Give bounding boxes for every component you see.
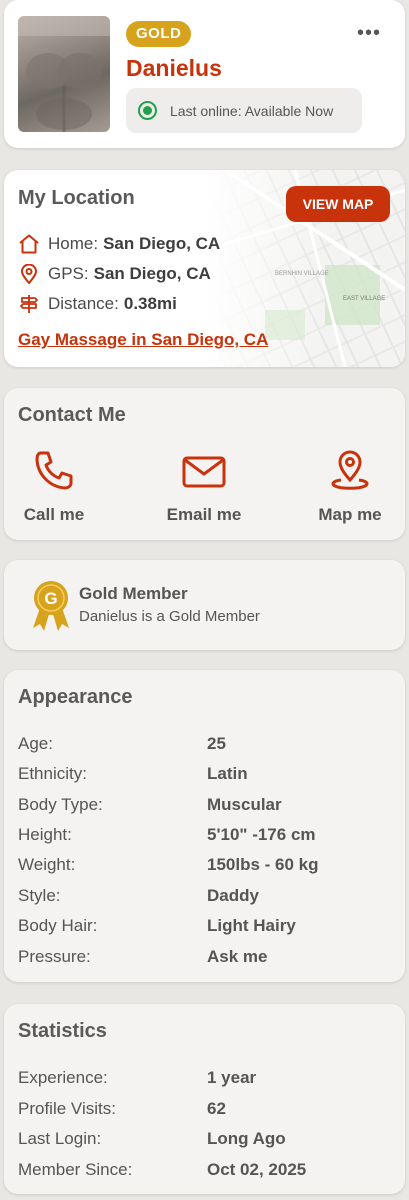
attr-label: Pressure: [18,947,91,966]
statistics-row: Profile Visits: 62 [18,1099,388,1121]
stat-value: 62 [207,1099,226,1118]
stat-label: Profile Visits: [18,1099,116,1118]
map-pin-icon [331,450,369,490]
attr-value: Latin [207,764,248,783]
statistics-row: Experience: 1 year [18,1068,388,1090]
appearance-row: Style: Daddy [18,886,388,908]
phone-icon [35,451,73,490]
statistics-row: Member Since: Oct 02, 2025 [18,1160,388,1182]
attr-label: Weight: [18,855,76,874]
call-button[interactable]: Call me [18,450,90,525]
home-label: Home: [48,234,99,253]
map-label-village: BERNHIN VILLAGE [275,271,329,277]
signpost-icon [20,295,38,313]
home-value: San Diego, CA [103,234,221,253]
location-pin-icon [20,264,38,284]
appearance-row: Ethnicity: Latin [18,764,388,786]
appearance-row: Body Type: Muscular [18,795,388,817]
stat-value: Long Ago [207,1129,286,1148]
attr-label: Body Hair: [18,916,98,935]
gold-member-card: G Gold Member Danielus is a Gold Member [4,560,405,650]
map-label: Map me [318,505,382,524]
online-status: Last online: Available Now [126,88,362,133]
gps-value: San Diego, CA [93,264,211,283]
attr-value: 25 [207,734,226,753]
contact-title: Contact Me [18,404,126,426]
appearance-title: Appearance [18,686,133,708]
attr-label: Age: [18,734,53,753]
stat-value: Oct 02, 2025 [207,1160,307,1179]
statistics-card: Statistics Experience: 1 year Profile Vi… [4,1004,405,1194]
map-label-east-village: EAST VILLAGE [343,296,385,302]
stat-value: 1 year [207,1068,257,1087]
attr-value: 5'10" -176 cm [207,825,316,844]
attr-label: Style: [18,886,61,905]
distance-label: Distance: [48,294,119,313]
stat-label: Experience: [18,1068,108,1087]
appearance-row: Weight: 150lbs - 60 kg [18,855,388,877]
call-label: Call me [23,505,85,524]
profile-photo[interactable] [18,16,110,132]
statistics-title: Statistics [18,1020,107,1042]
appearance-row: Pressure: Ask me [18,947,388,969]
appearance-row: Age: 25 [18,734,388,756]
statistics-row: Last Login: Long Ago [18,1129,388,1151]
appearance-row: Height: 5'10" -176 cm [18,825,388,847]
gps-row: GPS: San Diego, CA [18,264,211,284]
attr-value: Ask me [207,947,268,966]
distance-value: 0.38mi [123,294,177,313]
attr-label: Body Type: [18,795,103,814]
stat-label: Member Since: [18,1160,133,1179]
more-options-icon[interactable]: ••• [357,22,381,45]
attr-value: Muscular [207,795,282,814]
home-icon [19,234,39,254]
distance-row: Distance: 0.38mi [18,294,177,314]
map-button[interactable]: Map me [310,450,390,525]
location-title: My Location [18,187,135,209]
attr-label: Ethnicity: [18,764,87,783]
attr-value: Light Hairy [207,916,296,935]
attr-value: Daddy [207,886,259,905]
appearance-card: Appearance Age: 25 Ethnicity: Latin Body… [4,670,405,982]
online-status-text: Last online: Available Now [170,102,334,119]
attr-value: 150lbs - 60 kg [207,855,319,874]
gold-badge: GOLD [126,21,192,47]
gold-medal-icon: G [33,581,69,631]
view-map-button[interactable]: VIEW MAP [286,186,390,222]
profile-card: GOLD Danielus ••• Last online: Available… [4,0,405,148]
home-row: Home: San Diego, CA [18,234,220,254]
attr-label: Height: [18,825,72,844]
location-card: EAST VILLAGE BERNHIN VILLAGE My Location… [4,170,405,367]
contact-card: Contact Me Call me Email me Map me [4,388,405,540]
email-button[interactable]: Email me [156,450,252,525]
email-label: Email me [166,505,242,524]
profile-name: Danielus [126,55,222,81]
gold-member-title: Gold Member [79,584,188,603]
stat-label: Last Login: [18,1129,102,1148]
photo-image [18,16,110,132]
gps-label: GPS: [48,264,89,283]
gold-member-subtitle: Danielus is a Gold Member [79,608,260,625]
envelope-icon [182,456,226,488]
medal-letter: G [44,589,57,608]
appearance-row: Body Hair: Light Hairy [18,916,388,938]
online-indicator-icon [138,101,157,120]
city-link[interactable]: Gay Massage in San Diego, CA [18,330,268,350]
